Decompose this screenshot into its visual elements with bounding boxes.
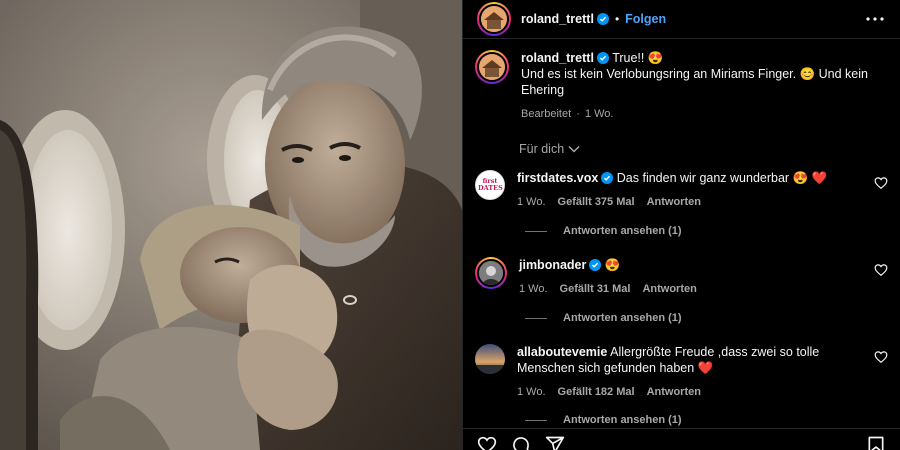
comment-age: 1 Wo. bbox=[519, 283, 548, 295]
comment-likes[interactable]: Gefällt 182 Mal bbox=[558, 384, 635, 400]
replies-divider bbox=[525, 419, 547, 421]
view-replies-button[interactable]: Antworten ansehen (1) bbox=[463, 225, 900, 237]
caption-meta: Bearbeitet · 1 Wo. bbox=[521, 106, 886, 122]
caption-avatar-image bbox=[479, 54, 505, 80]
view-replies-button[interactable]: Antworten ansehen (1) bbox=[463, 312, 900, 324]
commenter-username[interactable]: jimbonader bbox=[519, 258, 586, 272]
comment-text: Das finden wir ganz wunderbar 😍 ❤️ bbox=[616, 171, 828, 185]
header-separator: • bbox=[614, 12, 620, 26]
caption-text-line2: Und es ist kein Verlobungsring an Miriam… bbox=[521, 67, 868, 97]
comment-item: allaboutevemie Allergrößte Freude ,dass … bbox=[463, 344, 900, 400]
replies-divider bbox=[525, 317, 547, 319]
caption-age: 1 Wo. bbox=[584, 108, 614, 120]
view-replies-label: Antworten ansehen (1) bbox=[563, 312, 682, 324]
view-replies-label: Antworten ansehen (1) bbox=[563, 414, 682, 426]
share-icon[interactable] bbox=[545, 435, 565, 450]
post-header: roland_trettl • Folgen bbox=[463, 0, 900, 39]
reply-button[interactable]: Antworten bbox=[647, 194, 701, 210]
more-options-button[interactable] bbox=[864, 8, 886, 30]
view-replies-label: Antworten ansehen (1) bbox=[563, 225, 682, 237]
verified-badge-icon bbox=[601, 172, 614, 184]
comment-likes[interactable]: Gefällt 31 Mal bbox=[560, 281, 631, 297]
view-replies-button[interactable]: Antworten ansehen (1) bbox=[463, 414, 900, 426]
post-image bbox=[0, 0, 462, 450]
verified-badge-icon bbox=[596, 52, 609, 64]
reply-button[interactable]: Antworten bbox=[642, 281, 696, 297]
comment-item: jimbonader 😍 1 Wo. Gefällt 31 Mal Antwor… bbox=[463, 257, 900, 297]
bookmark-icon[interactable] bbox=[866, 435, 886, 450]
comment-age: 1 Wo. bbox=[517, 196, 546, 208]
caption-username[interactable]: roland_trettl bbox=[521, 51, 594, 65]
heart-outline-icon[interactable] bbox=[874, 263, 888, 277]
post-photo[interactable] bbox=[0, 0, 462, 450]
commenter-username[interactable]: firstdates.vox bbox=[517, 171, 598, 185]
comment-actions: 1 Wo. Gefällt 182 Mal Antworten bbox=[517, 384, 857, 400]
post-action-bar bbox=[463, 428, 900, 450]
comment-actions: 1 Wo. Gefällt 375 Mal Antworten bbox=[517, 194, 857, 210]
caption-edited-label: Bearbeitet bbox=[521, 108, 572, 120]
comment-item: first DATES firstdates.vox Das finden wi… bbox=[463, 170, 900, 210]
commenter-avatar[interactable] bbox=[475, 257, 507, 289]
caption-author-avatar[interactable] bbox=[475, 50, 509, 84]
author-avatar-image bbox=[481, 6, 507, 32]
chevron-down-icon bbox=[568, 145, 580, 153]
firstdates-logo: first DATES bbox=[478, 177, 503, 192]
author-avatar[interactable] bbox=[477, 2, 511, 36]
caption-text-line1: True!! 😍 bbox=[612, 51, 664, 65]
verified-badge-icon bbox=[596, 13, 609, 25]
author-username[interactable]: roland_trettl bbox=[521, 12, 594, 26]
comment-sort-dropdown[interactable]: Für dich bbox=[463, 142, 900, 156]
commenter-avatar-image bbox=[479, 261, 503, 285]
reply-button[interactable]: Antworten bbox=[647, 384, 701, 400]
comment-sort-label: Für dich bbox=[519, 142, 565, 156]
heart-outline-icon[interactable] bbox=[477, 435, 497, 450]
comment-age: 1 Wo. bbox=[517, 386, 546, 398]
commenter-avatar[interactable]: first DATES bbox=[475, 170, 505, 200]
heart-outline-icon[interactable] bbox=[874, 176, 888, 190]
heart-outline-icon[interactable] bbox=[874, 350, 888, 364]
verified-badge-icon bbox=[589, 259, 602, 271]
comments-scroll-area[interactable]: roland_trettl True!! 😍 Und es ist kein V… bbox=[463, 40, 900, 428]
comment-likes[interactable]: Gefällt 375 Mal bbox=[558, 194, 635, 210]
commenter-username[interactable]: allaboutevemie bbox=[517, 345, 607, 359]
comment-text: 😍 bbox=[604, 258, 621, 272]
follow-button[interactable]: Folgen bbox=[625, 12, 666, 26]
more-horizontal-icon bbox=[866, 17, 884, 21]
comment-icon[interactable] bbox=[511, 435, 531, 450]
replies-divider bbox=[525, 230, 547, 232]
instagram-post-view: roland_trettl • Folgen roland_trettl Tru… bbox=[0, 0, 900, 450]
caption-meta-separator: · bbox=[576, 108, 580, 120]
comment-actions: 1 Wo. Gefällt 31 Mal Antworten bbox=[519, 281, 859, 297]
commenter-avatar[interactable] bbox=[475, 344, 505, 374]
commenter-avatar-image bbox=[475, 344, 505, 374]
post-sidebar: roland_trettl • Folgen roland_trettl Tru… bbox=[462, 0, 900, 450]
post-caption: roland_trettl True!! 😍 Und es ist kein V… bbox=[463, 40, 900, 122]
